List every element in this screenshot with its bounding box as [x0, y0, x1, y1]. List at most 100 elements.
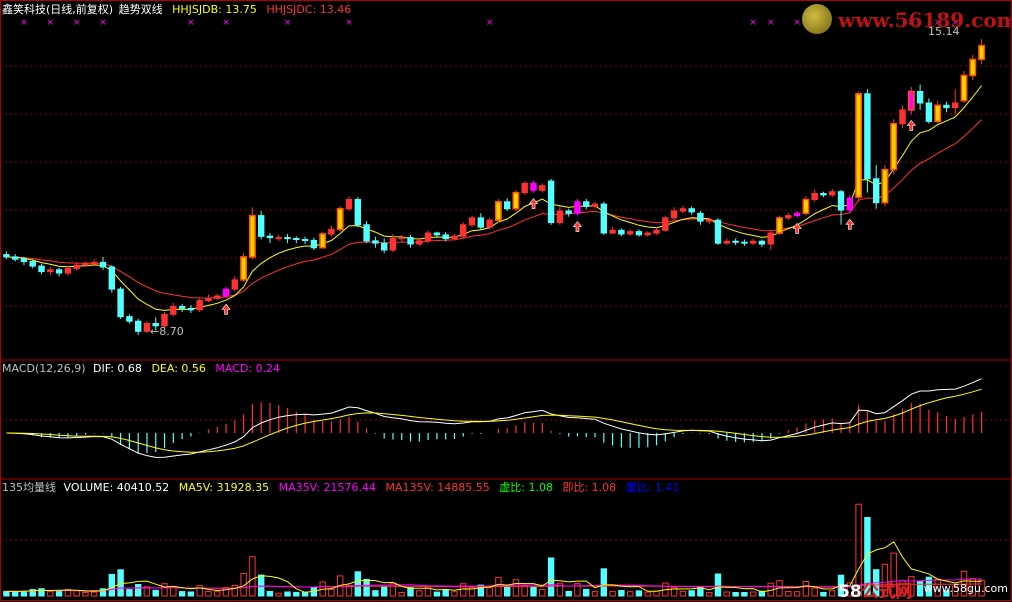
- candle-body: [248, 214, 256, 258]
- watermark-brand: 58公式网: [838, 577, 913, 602]
- dif-line: [6, 378, 982, 458]
- watermark-brand-num: 58: [838, 582, 862, 602]
- candle-body: [73, 264, 80, 269]
- buy-arrow-icon: [845, 218, 855, 230]
- candle-body: [679, 208, 687, 212]
- candle-body: [881, 168, 889, 204]
- volume-value: VOLUME: 40410.52: [63, 481, 170, 494]
- candle-body: [99, 261, 107, 268]
- candle-body: [486, 219, 493, 228]
- liang-ratio-value: 量比: 1.41: [625, 481, 680, 494]
- candle-body: [38, 265, 45, 273]
- volume-bar: [539, 589, 546, 597]
- candle-body: [609, 229, 616, 234]
- volume-bar: [565, 590, 572, 597]
- volume-bar: [82, 591, 89, 597]
- hhjsjdb-value: HHJSJDB: 13.75: [172, 3, 257, 16]
- candle-body: [758, 240, 766, 245]
- candle-body: [969, 58, 977, 77]
- candle-body: [907, 90, 915, 111]
- volume-bar: [91, 591, 98, 597]
- candle-body: [697, 212, 704, 222]
- top-signal-marker: ×: [767, 18, 775, 28]
- candle-body: [556, 210, 564, 223]
- volume-bar: [372, 590, 379, 597]
- candle-body: [47, 269, 54, 273]
- volume-bar: [126, 589, 133, 597]
- candle-body: [143, 323, 151, 332]
- volume-bar: [653, 590, 660, 597]
- candle-body: [3, 254, 10, 258]
- volume-bar: [214, 591, 221, 597]
- macd-panel-header: MACD(12,26,9) DIF: 0.68 DEA: 0.56 MACD: …: [2, 362, 286, 376]
- ma-slow-line: [6, 119, 982, 299]
- candle-body: [741, 241, 748, 244]
- macd-title: MACD(12,26,9): [2, 362, 86, 375]
- candle-body: [293, 238, 300, 240]
- volume-bar: [750, 591, 757, 597]
- candle-body: [978, 44, 986, 61]
- volume-bar: [512, 579, 520, 597]
- candle-body: [583, 201, 590, 207]
- candle-body: [714, 219, 722, 244]
- volume-bar: [583, 588, 590, 597]
- candle-body: [627, 231, 634, 235]
- candle-body: [960, 74, 968, 102]
- stock-chart: × × × × × × × × × × × × × × × ×15.14←8.70: [0, 0, 1012, 601]
- buy-arrow-icon: [221, 303, 231, 315]
- volume-bar: [398, 592, 405, 597]
- volume-bar: [187, 591, 195, 597]
- dea-value: DEA: 0.56: [151, 362, 206, 375]
- candle-body: [829, 191, 836, 196]
- candle-body: [600, 203, 607, 234]
- volume-bar: [723, 591, 730, 597]
- watermark-top: www.56189.com: [802, 2, 1012, 38]
- top-signal-marker: ×: [793, 18, 801, 28]
- candle-body: [178, 306, 186, 309]
- volume-bar: [688, 590, 695, 597]
- candle-body: [653, 229, 660, 234]
- candle-body: [468, 217, 476, 226]
- volume-bar: [416, 590, 423, 597]
- candle-body: [64, 267, 72, 274]
- candle-body: [424, 232, 432, 242]
- top-signal-marker: ×: [345, 18, 353, 28]
- candle-body: [635, 231, 643, 236]
- candle-body: [240, 256, 248, 281]
- volume-bar: [152, 589, 159, 597]
- top-signal-marker: ×: [47, 18, 55, 28]
- volume-bar: [231, 584, 239, 597]
- candle-body: [723, 240, 730, 244]
- candle-body: [925, 102, 933, 122]
- top-signal-marker: ×: [486, 18, 494, 28]
- candle-body: [934, 104, 942, 123]
- candle-body: [319, 233, 327, 249]
- candle-body: [20, 258, 28, 263]
- volume-bar: [521, 585, 528, 597]
- top-signal-marker: ×: [73, 18, 81, 28]
- top-signal-marker: ×: [284, 18, 292, 28]
- candle-body: [91, 261, 98, 265]
- candle-body: [750, 240, 757, 244]
- candle-body: [398, 237, 405, 240]
- ma35v-value: MA35V: 21576.44: [278, 481, 376, 494]
- volume-bar: [161, 583, 168, 597]
- volume-panel-header: 135均量线 VOLUME: 40410.52 MA5V: 31928.35 M…: [2, 481, 685, 495]
- top-signal-marker: ×: [20, 18, 28, 28]
- watermark-site: www.56189.com: [838, 8, 1012, 32]
- candle-body: [442, 234, 449, 240]
- volume-bar: [293, 591, 300, 597]
- volume-bar: [591, 591, 599, 597]
- volume-bar: [178, 591, 186, 597]
- volume-bar: [547, 557, 555, 597]
- candle-body: [477, 217, 485, 228]
- candle-body: [644, 232, 651, 236]
- candle-body: [381, 242, 388, 251]
- top-signal-marker: ×: [222, 18, 230, 28]
- volume-bar: [284, 591, 291, 597]
- candle-body: [187, 307, 195, 311]
- candle-body: [820, 193, 827, 196]
- volume-bar: [196, 585, 203, 597]
- candle-body: [706, 219, 713, 222]
- candle-body: [890, 122, 898, 171]
